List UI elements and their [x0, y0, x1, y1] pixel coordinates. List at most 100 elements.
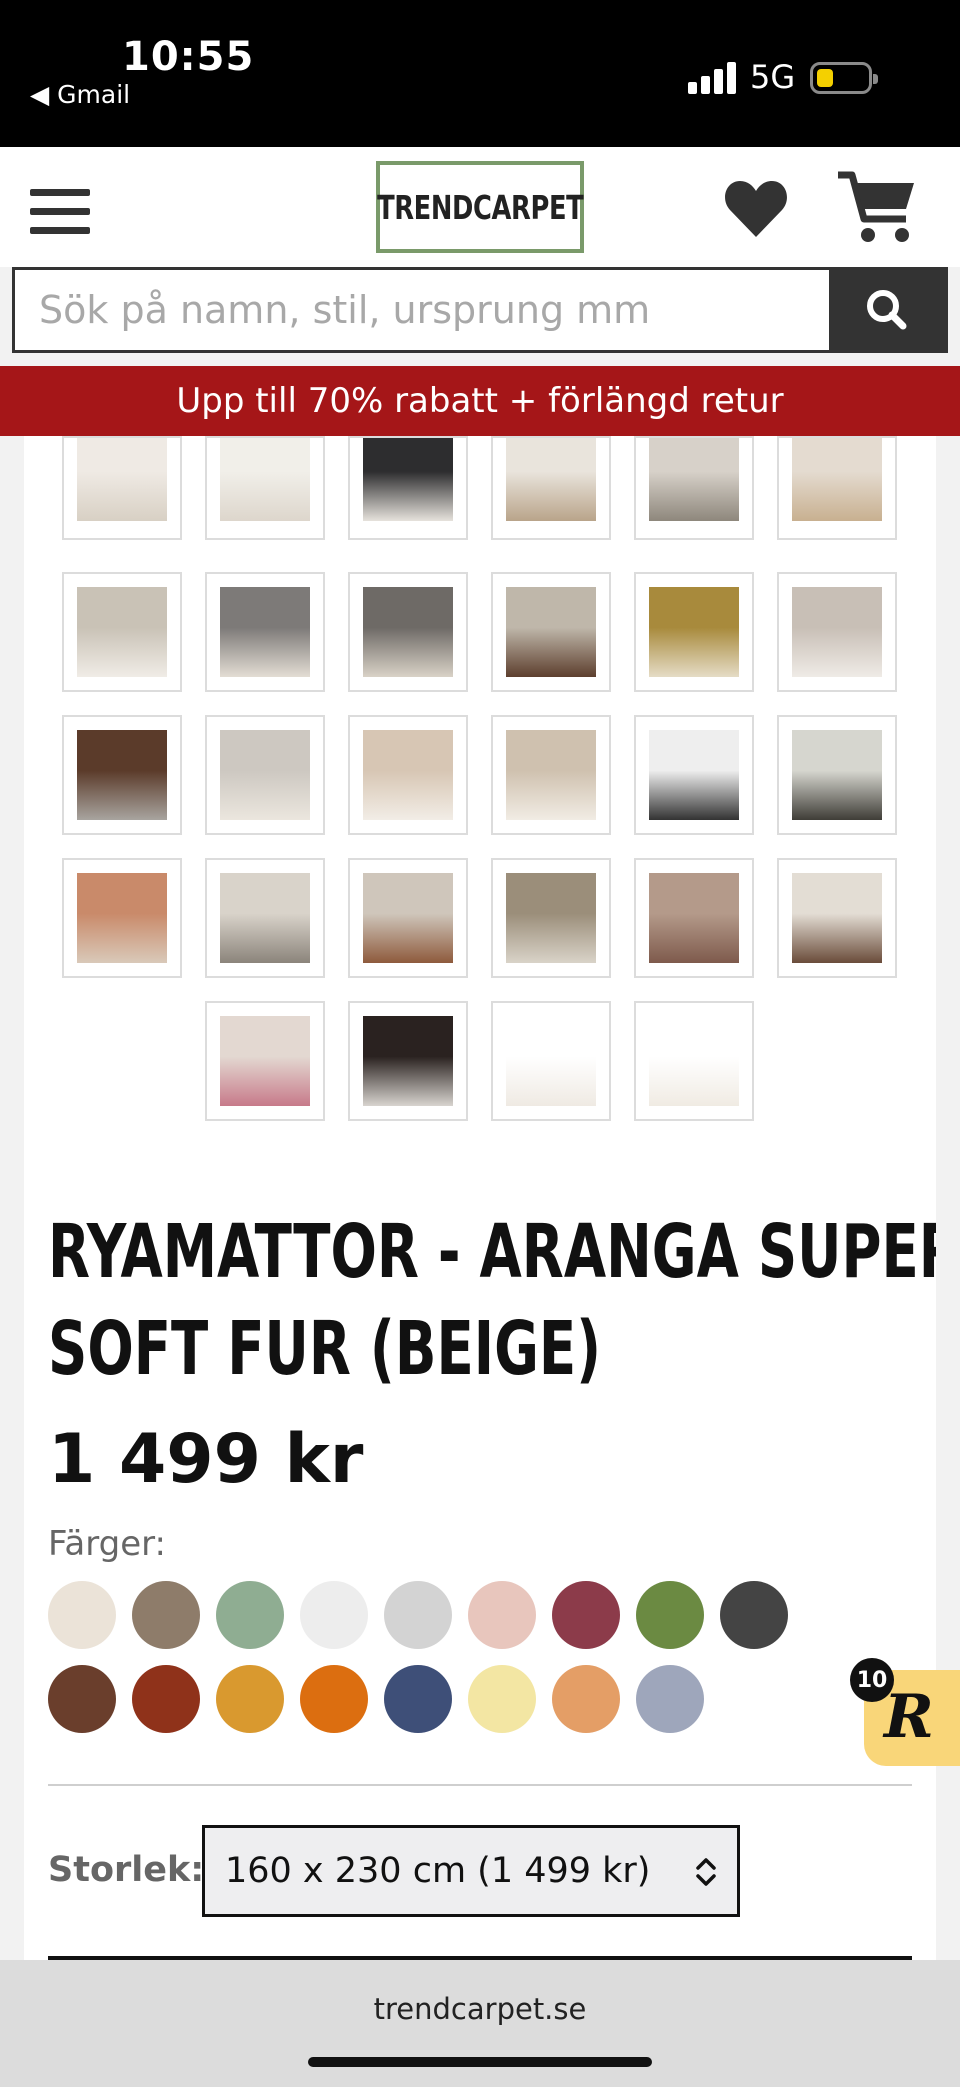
room-photo — [506, 730, 596, 820]
search-icon — [867, 290, 907, 330]
gallery-thumbnail[interactable] — [491, 572, 611, 692]
network-type: 5G — [750, 58, 796, 96]
color-swatch[interactable] — [636, 1581, 704, 1649]
room-photo — [363, 1016, 453, 1106]
color-swatch[interactable] — [300, 1665, 368, 1733]
color-swatch[interactable] — [300, 1581, 368, 1649]
gallery-thumbnail[interactable] — [491, 858, 611, 978]
color-swatch[interactable] — [636, 1665, 704, 1733]
color-swatch[interactable] — [48, 1665, 116, 1733]
browser-address-bar[interactable]: trendcarpet.se — [0, 1960, 960, 2087]
room-photo — [220, 438, 310, 521]
logo-text: TRENDCARPET — [376, 187, 584, 227]
color-swatch[interactable] — [720, 1581, 788, 1649]
heart-icon[interactable] — [722, 177, 790, 241]
color-swatch[interactable] — [468, 1665, 536, 1733]
color-swatch[interactable] — [48, 1581, 116, 1649]
room-photo — [792, 873, 882, 963]
home-indicator[interactable] — [308, 2057, 652, 2067]
color-swatch[interactable] — [216, 1665, 284, 1733]
gallery-thumbnail[interactable] — [348, 715, 468, 835]
room-photo — [506, 873, 596, 963]
room-photo — [363, 438, 453, 521]
room-photo — [506, 1016, 596, 1106]
color-swatch[interactable] — [132, 1581, 200, 1649]
chevron-up-down-icon — [696, 1858, 716, 1886]
gallery-thumbnail[interactable] — [348, 1001, 468, 1121]
color-swatch[interactable] — [384, 1665, 452, 1733]
colors-label: Färger: — [48, 1524, 166, 1564]
room-photo — [77, 438, 167, 521]
gallery-thumbnail[interactable] — [205, 1001, 325, 1121]
gallery-thumbnail[interactable] — [205, 715, 325, 835]
gallery-thumbnail[interactable] — [777, 715, 897, 835]
size-select[interactable]: 160 x 230 cm (1 499 kr) — [202, 1825, 740, 1917]
site-logo[interactable]: TRENDCARPET — [376, 161, 584, 253]
status-time: 10:55 — [122, 34, 255, 80]
gallery-thumbnail[interactable] — [777, 572, 897, 692]
color-swatch[interactable] — [552, 1665, 620, 1733]
product-card: RYAMATTOR - ARANGA SUPER SOFT FUR (BEIGE… — [24, 436, 936, 1960]
product-title-line-1: RYAMATTOR - ARANGA SUPER — [48, 1209, 936, 1295]
color-swatch[interactable] — [552, 1581, 620, 1649]
gallery-thumbnail[interactable] — [205, 858, 325, 978]
size-selected-value: 160 x 230 cm (1 499 kr) — [225, 1851, 651, 1891]
gallery-thumbnail[interactable] — [491, 1001, 611, 1121]
gallery-thumbnail[interactable] — [205, 436, 325, 540]
gallery-thumbnail[interactable] — [634, 572, 754, 692]
color-swatch[interactable] — [216, 1581, 284, 1649]
gallery-thumbnail[interactable] — [348, 572, 468, 692]
product-price: 1 499 kr — [48, 1420, 364, 1499]
room-photo — [792, 587, 882, 677]
gallery-thumbnail[interactable] — [777, 858, 897, 978]
room-photo — [363, 873, 453, 963]
room-photo — [363, 730, 453, 820]
size-label: Storlek: — [48, 1850, 205, 1890]
color-swatch[interactable] — [384, 1581, 452, 1649]
gallery-thumbnail[interactable] — [205, 572, 325, 692]
color-swatch[interactable] — [132, 1665, 200, 1733]
room-photo — [77, 730, 167, 820]
gallery-thumbnail[interactable] — [491, 715, 611, 835]
search-bar — [12, 267, 948, 353]
room-photo — [649, 1016, 739, 1106]
room-photo — [506, 587, 596, 677]
room-photo — [649, 438, 739, 521]
gallery-thumbnail[interactable] — [62, 858, 182, 978]
gallery-thumbnail[interactable] — [348, 858, 468, 978]
gallery-thumbnail[interactable] — [348, 436, 468, 540]
room-photo — [220, 730, 310, 820]
gallery-thumbnail[interactable] — [634, 436, 754, 540]
screen: 10:55 ◀ Gmail 5G TRENDCARPET Sök på namn… — [0, 0, 960, 2087]
room-photo — [77, 587, 167, 677]
notification-badge: 10 — [850, 1658, 894, 1702]
divider — [48, 1784, 912, 1786]
search-input[interactable] — [15, 270, 831, 350]
room-photo — [792, 438, 882, 521]
gallery-thumbnail[interactable] — [62, 715, 182, 835]
room-photo — [649, 873, 739, 963]
status-bar: 10:55 ◀ Gmail 5G — [0, 0, 960, 147]
gallery-thumbnail[interactable] — [634, 1001, 754, 1121]
search-button[interactable] — [829, 270, 945, 350]
browser-url: trendcarpet.se — [373, 1992, 587, 2026]
room-photo — [649, 730, 739, 820]
room-photo — [220, 873, 310, 963]
gallery-thumbnail[interactable] — [491, 436, 611, 540]
signal-icon — [688, 62, 736, 94]
product-title: RYAMATTOR - ARANGA SUPER SOFT FUR (BEIGE… — [48, 1204, 936, 1398]
back-to-gmail-link[interactable]: ◀ Gmail — [30, 80, 130, 109]
gallery-thumbnail[interactable] — [777, 436, 897, 540]
cart-icon[interactable] — [836, 169, 916, 247]
gallery-thumbnail[interactable] — [62, 436, 182, 540]
promo-banner[interactable]: Upp till 70% rabatt + förlängd retur — [0, 366, 960, 436]
gallery-thumbnail[interactable] — [62, 572, 182, 692]
room-photo — [363, 587, 453, 677]
room-photo — [220, 587, 310, 677]
gallery-thumbnail[interactable] — [634, 858, 754, 978]
gallery-thumbnail[interactable] — [634, 715, 754, 835]
reviews-widget-letter: R — [884, 1682, 934, 1752]
product-title-line-2: SOFT FUR (BEIGE) — [48, 1306, 602, 1392]
menu-icon[interactable] — [30, 189, 90, 235]
color-swatch[interactable] — [468, 1581, 536, 1649]
